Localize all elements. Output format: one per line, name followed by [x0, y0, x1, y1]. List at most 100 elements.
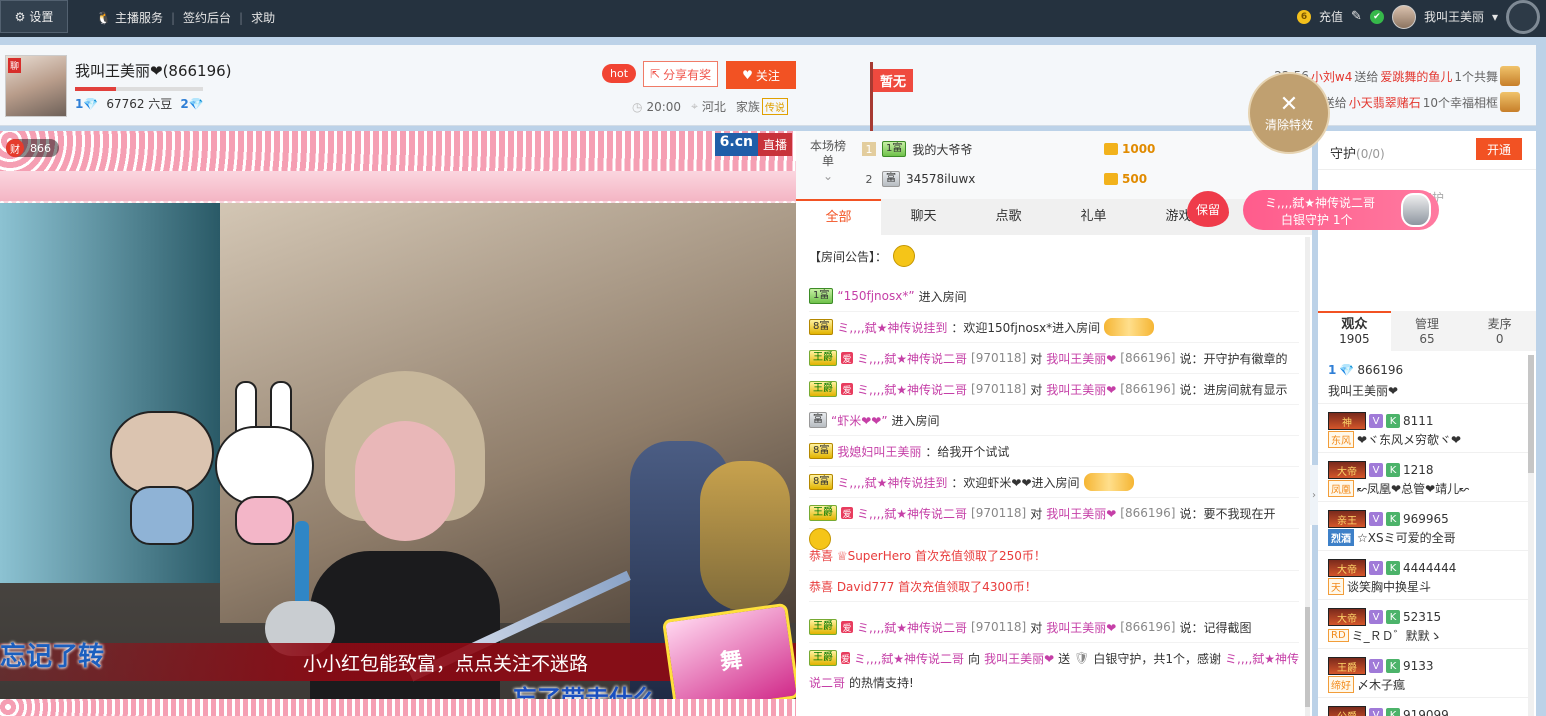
chat-message[interactable]: 王爵爱ミ,,,,弑★神传说二哥 [970118] 对我叫王美丽❤ [866196] 说：… [809, 374, 1299, 405]
chat-message[interactable]: 王爵爱ミ,,,,弑★神传说二哥 [970118] 对我叫王美丽❤ [866196] 说：… [809, 498, 1299, 550]
chat-messages[interactable]: 【房间公告】： 1富 “150fjnosx*” 进入房间 8富 ミ,,,,弑★神传说挂到… [796, 237, 1302, 716]
audience-item[interactable]: 公爵VK919099 [1318, 698, 1528, 716]
chat-text: ：欢迎虾米❤❤进入房间 [951, 475, 1080, 490]
settings-button[interactable]: ⚙ 设置 [0, 0, 68, 33]
chevron-down-icon[interactable]: ▾ [1492, 10, 1498, 24]
tab-all[interactable]: 全部 [796, 199, 881, 235]
gift-to[interactable]: 小天翡翠赌石 [1349, 94, 1421, 111]
liudou-count: 67762 六豆 [106, 97, 173, 111]
user-avatar[interactable] [1391, 4, 1416, 29]
audience-item[interactable]: 大帝 V K 52315 RD ミ_ＲＤ゛默默ゝ [1318, 600, 1528, 649]
location: 河北 [701, 100, 726, 114]
chat-username[interactable]: 我媳妇叫王美丽 [837, 443, 921, 460]
audience-item[interactable]: 神 V K 8111 东风 ❤ヾ东风メ穷欹ヾ❤ [1318, 404, 1528, 453]
lyric-left: 忘记了转 [0, 642, 105, 672]
recharge-link[interactable]: 充值 [1319, 8, 1343, 25]
follow-button[interactable]: ♥ 关注 [726, 61, 796, 89]
chat-username[interactable]: ミ,,,,弑★神传说二哥 [857, 350, 967, 367]
chat-username[interactable]: 我叫王美丽❤ [984, 650, 1054, 667]
chat-text: 🛡 [1074, 651, 1090, 665]
rank-title[interactable]: 本场榜单 ⌄ [810, 139, 846, 184]
anchor-avatar[interactable]: 聊 [5, 55, 67, 117]
tab-audience[interactable]: 观众 1905 [1318, 311, 1391, 351]
gift-to[interactable]: 爱跳舞的鱼儿 [1380, 68, 1452, 85]
chat-username[interactable]: ミ,,,,弑★神传说二哥 [854, 650, 964, 667]
family-tag[interactable]: 传说 [761, 98, 788, 115]
audience-item[interactable]: 亲王 V K 969965 烈酒 ☆XSミ可爱的全哥 [1318, 502, 1528, 551]
applause-emoji-icon [1083, 473, 1134, 491]
live-video[interactable]: 财 866 6.cn 直播 小小红包能致富，点点关注不迷路 忘记了转 舞 忘了带… [0, 131, 796, 716]
chat-username[interactable]: 说二哥 [809, 674, 845, 691]
user-id: 969965 [1403, 512, 1449, 526]
chat-message[interactable]: 1富 “150fjnosx*” 进入房间 [809, 281, 1299, 312]
diamond-icon: 💎 [1339, 363, 1355, 377]
chat-username[interactable]: 我叫王美丽❤ [1046, 381, 1116, 398]
chat-message[interactable]: 8富 我媳妇叫王美丽 ：给我开个试试 [809, 436, 1299, 467]
audience-list[interactable]: 1 💎 866196 我叫王美丽❤ 神 V K 8111 东风 ❤ヾ东风メ穷欹ヾ❤ 大帝 V K 1218… [1318, 355, 1528, 716]
chat-username[interactable]: “150fjnosx*” [837, 289, 914, 303]
noble-rank-badge: 神 [1328, 412, 1366, 430]
tab-gift-list[interactable]: 礼单 [1051, 199, 1136, 235]
rank-flag[interactable]: 暂无 [873, 69, 914, 92]
status-ring-icon[interactable] [1506, 0, 1540, 34]
chat-username[interactable]: ミ,,,,弑★神传说二哥 [857, 505, 967, 522]
username[interactable]: 我叫王美丽 [1424, 8, 1484, 25]
chat-username[interactable]: “虾米❤❤” [831, 412, 888, 429]
chat-username[interactable]: ミ,,,,弑★神传说挂到 [837, 474, 947, 491]
chat-text: 向 [968, 651, 981, 666]
tab-managers[interactable]: 管理 65 [1391, 311, 1464, 351]
live-label: 直播 [757, 133, 792, 156]
clear-effects-button[interactable]: ✕ 清除特效 [1248, 72, 1330, 154]
audience-item-bottom: RD ミ_ＲＤ゛默默ゝ [1328, 627, 1442, 644]
guardian-popup[interactable]: ミ,,,,弑★神传说二哥 白银守护 1个 [1243, 190, 1439, 230]
chat-text: 对 [1030, 506, 1043, 521]
tab-song-request[interactable]: 点歌 [966, 199, 1051, 235]
chat-text: [970118] [971, 351, 1027, 365]
gift-from[interactable]: 小刘w4 [1311, 68, 1352, 85]
chat-message[interactable]: 8富 ミ,,,,弑★神传说挂到 ：欢迎150fjnosx*进入房间 [809, 312, 1299, 343]
chat-username[interactable]: ミ,,,,弑★神传说二哥 [857, 381, 967, 398]
fortune-icon: 财 [6, 139, 24, 157]
nav-contract-backend[interactable]: 签约后台 [183, 9, 231, 26]
scroll-thumb[interactable] [1305, 607, 1310, 707]
audience-item[interactable]: 大帝 V K 4444444 天谈笑胸中换星斗 [1318, 551, 1528, 600]
chat-message[interactable]: 说二哥 的热情支持! [809, 667, 1299, 697]
chat-username[interactable]: 我叫王美丽❤ [1046, 619, 1116, 636]
chat-message[interactable]: 恭喜 David777 首次充值领取了4300币！ [809, 571, 1299, 602]
chat-username[interactable]: ミ,,,,弑★神传说挂到 [837, 319, 947, 336]
audience-scrollbar[interactable] [1528, 355, 1534, 716]
chat-message[interactable]: 恭喜 ♕SuperHero 首次充值领取了250币！ [809, 540, 1299, 571]
chat-username[interactable]: ミ,,,,弑★神传说二哥 [857, 619, 967, 636]
audience-item[interactable]: 大帝 V K 1218 凤凰 ↜凤凰❤总管❤靖儿↜ [1318, 453, 1528, 502]
tab-mic-queue[interactable]: 麦序 0 [1463, 311, 1536, 351]
wealth-badge: 富 [882, 171, 900, 187]
chat-message[interactable]: 王爵爱ミ,,,,弑★神传说二哥 [970118] 对我叫王美丽❤ [866196] 说：… [809, 612, 1299, 643]
nav-help[interactable]: 求助 [251, 9, 275, 26]
audience-item[interactable]: 王爵 V K 9133 缔好 〆木子瘋 [1318, 649, 1528, 698]
chat-message[interactable]: 富 “虾米❤❤” 进入房间 [809, 405, 1299, 436]
chat-username[interactable]: ミ,,,,弑★神传 [1225, 650, 1299, 667]
audience-item-bottom: 我叫王美丽❤ [1328, 382, 1398, 399]
user-id: 4444444 [1403, 561, 1457, 575]
chat-text: [866196] [1120, 351, 1176, 365]
keep-heart-button[interactable]: 保留 [1187, 191, 1229, 227]
chat-username[interactable]: 我叫王美丽❤ [1046, 350, 1116, 367]
audience-item[interactable]: 1 💎 866196 我叫王美丽❤ [1318, 355, 1528, 404]
open-guard-button[interactable]: 开通 [1476, 138, 1522, 160]
nav-anchor-service[interactable]: 主播服务 [115, 9, 163, 26]
chat-message[interactable]: 王爵爱ミ,,,,弑★神传说二哥 [970118] 对我叫王美丽❤ [866196] 说：… [809, 343, 1299, 374]
scroll-thumb[interactable] [1528, 355, 1534, 473]
collapse-arrow-icon[interactable]: › [1310, 465, 1318, 525]
chat-message[interactable]: 8富 ミ,,,,弑★神传说挂到 ：欢迎虾米❤❤进入房间 [809, 467, 1299, 498]
guardian-popup-user: ミ,,,,弑★神传说二哥 [1265, 196, 1376, 210]
noble-rank-badge: 大帝 [1328, 461, 1366, 479]
edit-icon[interactable]: ✎ [1351, 9, 1362, 24]
tab-chat[interactable]: 聊天 [881, 199, 966, 235]
chat-text: [970118] [971, 506, 1027, 520]
audience-item-top: 大帝 V K 4444444 [1328, 559, 1456, 577]
gift-verb: 送给 [1354, 69, 1379, 84]
share-button[interactable]: ⇱ 分享有奖 [643, 61, 719, 87]
user-name: 谈笑胸中换星斗 [1347, 580, 1432, 594]
chat-text: [866196] [1120, 506, 1176, 520]
chat-username[interactable]: 我叫王美丽❤ [1046, 505, 1116, 522]
